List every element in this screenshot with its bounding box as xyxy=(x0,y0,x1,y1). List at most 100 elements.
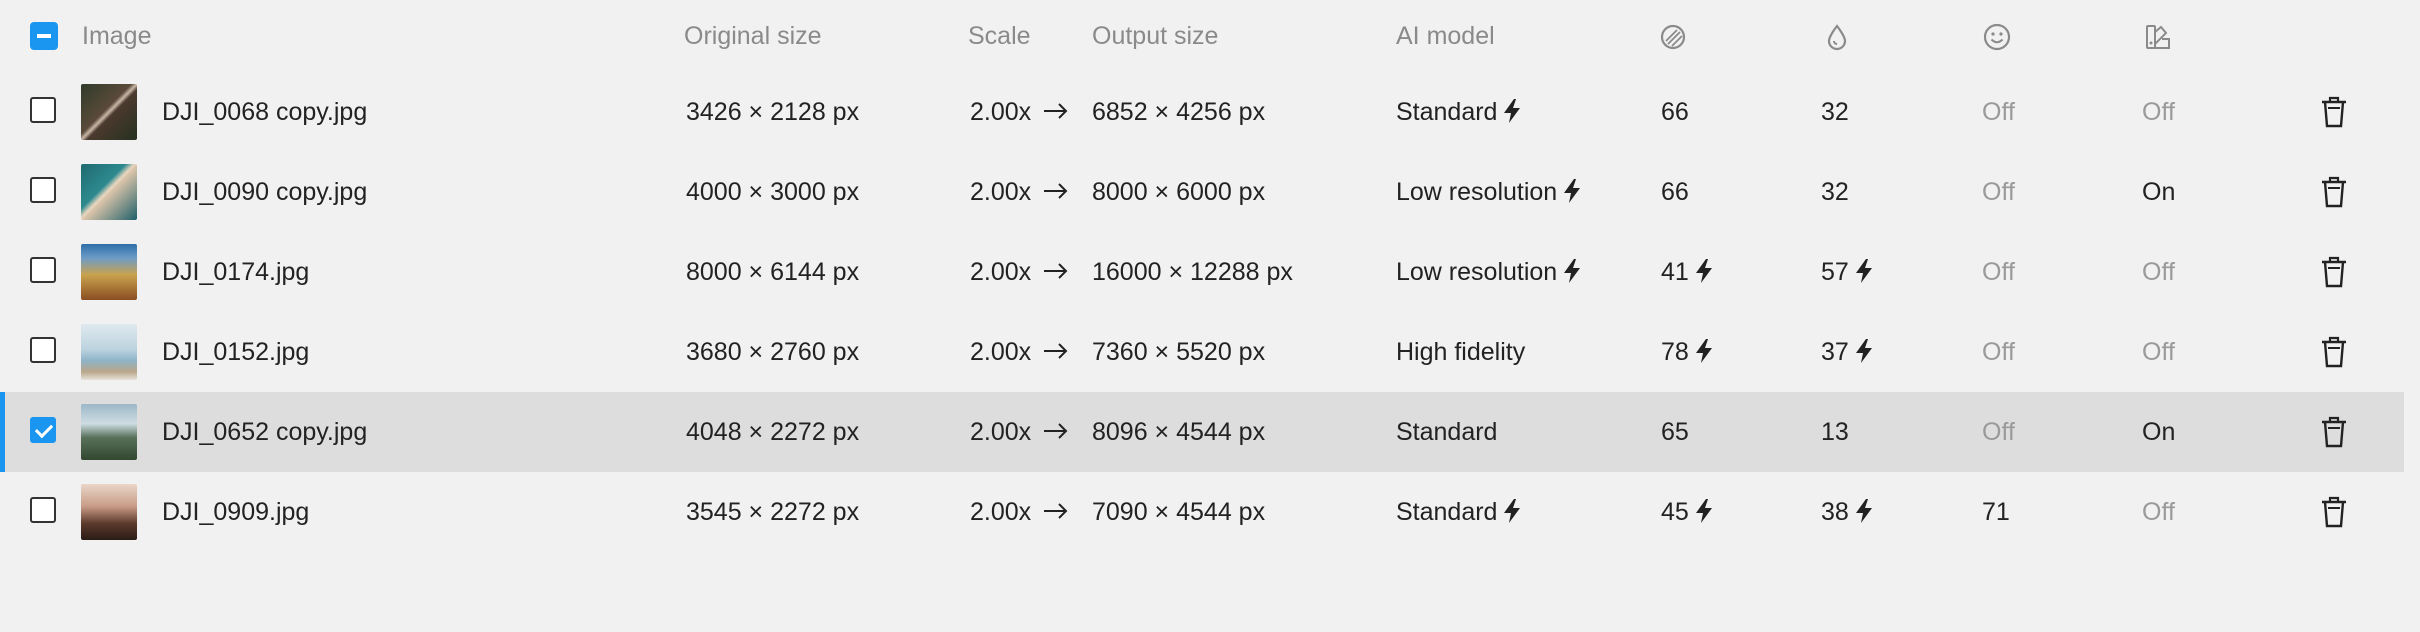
noise-value[interactable]: 66 xyxy=(1661,152,1689,232)
trash-icon[interactable] xyxy=(2320,336,2348,368)
table-row[interactable]: DJI_0652 copy.jpg 4048 × 2272 px 2.00x 8… xyxy=(0,392,2404,472)
image-thumbnail xyxy=(81,84,137,140)
row-checkbox[interactable] xyxy=(30,417,56,443)
trash-icon[interactable] xyxy=(2320,256,2348,288)
noise-value[interactable]: 78 xyxy=(1661,312,1715,392)
color-value[interactable]: Off xyxy=(2142,232,2175,312)
ai-model[interactable]: Low resolution xyxy=(1396,152,1583,232)
ai-model[interactable]: Standard xyxy=(1396,72,1523,152)
scale-value[interactable]: 2.00x xyxy=(970,232,1069,312)
noise-value[interactable]: 45 xyxy=(1661,472,1715,552)
scale-value[interactable]: 2.00x xyxy=(970,392,1069,472)
color-value[interactable]: On xyxy=(2142,392,2175,472)
color-value[interactable]: On xyxy=(2142,152,2175,232)
color-palette-icon[interactable] xyxy=(2143,22,2173,52)
row-checkbox[interactable] xyxy=(30,257,56,283)
noise-value[interactable]: 66 xyxy=(1661,72,1689,152)
ai-model[interactable]: Standard xyxy=(1396,472,1523,552)
bolt-icon xyxy=(1855,498,1872,523)
face-value[interactable]: Off xyxy=(1982,72,2015,152)
scale-value[interactable]: 2.00x xyxy=(970,312,1069,392)
column-header-ai-model[interactable]: AI model xyxy=(1396,22,1495,51)
blur-value[interactable]: 32 xyxy=(1821,152,1849,232)
blur-value[interactable]: 37 xyxy=(1821,312,1875,392)
arrow-right-icon xyxy=(1044,103,1068,120)
trash-icon[interactable] xyxy=(2320,496,2348,528)
column-header-output-size[interactable]: Output size xyxy=(1092,22,1218,51)
file-name: DJI_0909.jpg xyxy=(162,498,310,526)
row-checkbox[interactable] xyxy=(30,97,56,123)
scale-value[interactable]: 2.00x xyxy=(970,472,1069,552)
table-row[interactable]: DJI_0174.jpg 8000 × 6144 px 2.00x 16000 … xyxy=(0,232,2404,312)
arrow-right-icon xyxy=(1044,183,1068,200)
blur-value[interactable]: 32 xyxy=(1821,72,1849,152)
face-value[interactable]: Off xyxy=(1982,232,2015,312)
color-value[interactable]: Off xyxy=(2142,472,2175,552)
bolt-icon xyxy=(1564,258,1581,283)
face-value[interactable]: Off xyxy=(1982,312,2015,392)
ai-model[interactable]: High fidelity xyxy=(1396,312,1525,392)
output-size: 8096 × 4544 px xyxy=(1092,418,1266,446)
original-size: 4048 × 2272 px xyxy=(686,418,860,446)
ai-model[interactable]: Low resolution xyxy=(1396,232,1583,312)
image-thumbnail xyxy=(81,164,137,220)
face-icon[interactable] xyxy=(1982,22,2012,52)
trash-icon[interactable] xyxy=(2320,176,2348,208)
bolt-icon xyxy=(1855,338,1872,363)
file-name: DJI_0652 copy.jpg xyxy=(162,418,368,446)
original-size: 4000 × 3000 px xyxy=(686,178,860,206)
original-size: 3545 × 2272 px xyxy=(686,498,860,526)
file-name: DJI_0090 copy.jpg xyxy=(162,178,368,206)
file-name: DJI_0068 copy.jpg xyxy=(162,98,368,126)
color-value[interactable]: Off xyxy=(2142,72,2175,152)
arrow-right-icon xyxy=(1044,503,1068,520)
bolt-icon xyxy=(1855,258,1872,283)
table-header: Image Original size Scale Output size AI… xyxy=(0,0,2404,72)
arrow-right-icon xyxy=(1044,423,1068,440)
output-size: 7090 × 4544 px xyxy=(1092,498,1266,526)
row-checkbox[interactable] xyxy=(30,337,56,363)
bolt-icon xyxy=(1695,258,1712,283)
blur-value[interactable]: 57 xyxy=(1821,232,1875,312)
table-row[interactable]: DJI_0152.jpg 3680 × 2760 px 2.00x 7360 ×… xyxy=(0,312,2404,392)
bolt-icon xyxy=(1504,498,1521,523)
face-value[interactable]: 71 xyxy=(1982,472,2010,552)
ai-model[interactable]: Standard xyxy=(1396,392,1497,472)
image-thumbnail xyxy=(81,404,137,460)
noise-value[interactable]: 41 xyxy=(1661,232,1715,312)
color-value[interactable]: Off xyxy=(2142,312,2175,392)
face-value[interactable]: Off xyxy=(1982,152,2015,232)
face-value[interactable]: Off xyxy=(1982,392,2015,472)
scale-value[interactable]: 2.00x xyxy=(970,72,1069,152)
table-row[interactable]: DJI_0090 copy.jpg 4000 × 3000 px 2.00x 8… xyxy=(0,152,2404,232)
bolt-icon xyxy=(1695,498,1712,523)
image-thumbnail xyxy=(81,484,137,540)
output-size: 8000 × 6000 px xyxy=(1092,178,1266,206)
file-name: DJI_0152.jpg xyxy=(162,338,310,366)
select-all-checkbox[interactable] xyxy=(30,22,58,50)
table-row[interactable]: DJI_0068 copy.jpg 3426 × 2128 px 2.00x 6… xyxy=(0,72,2404,152)
file-name: DJI_0174.jpg xyxy=(162,258,310,286)
image-thumbnail xyxy=(81,244,137,300)
column-header-original-size[interactable]: Original size xyxy=(684,22,822,51)
table-row[interactable]: DJI_0909.jpg 3545 × 2272 px 2.00x 7090 ×… xyxy=(0,472,2404,552)
blur-value[interactable]: 38 xyxy=(1821,472,1875,552)
column-header-image[interactable]: Image xyxy=(82,22,151,51)
row-checkbox[interactable] xyxy=(30,497,56,523)
original-size: 3426 × 2128 px xyxy=(686,98,860,126)
blur-value[interactable]: 13 xyxy=(1821,392,1849,472)
selection-indicator xyxy=(0,392,5,472)
trash-icon[interactable] xyxy=(2320,416,2348,448)
column-header-scale[interactable]: Scale xyxy=(968,22,1031,51)
image-thumbnail xyxy=(81,324,137,380)
water-drop-icon[interactable] xyxy=(1822,22,1852,52)
output-size: 7360 × 5520 px xyxy=(1092,338,1266,366)
arrow-right-icon xyxy=(1044,343,1068,360)
noise-icon[interactable] xyxy=(1658,22,1688,52)
trash-icon[interactable] xyxy=(2320,96,2348,128)
scale-value[interactable]: 2.00x xyxy=(970,152,1069,232)
arrow-right-icon xyxy=(1044,263,1068,280)
noise-value[interactable]: 65 xyxy=(1661,392,1689,472)
bolt-icon xyxy=(1695,338,1712,363)
row-checkbox[interactable] xyxy=(30,177,56,203)
